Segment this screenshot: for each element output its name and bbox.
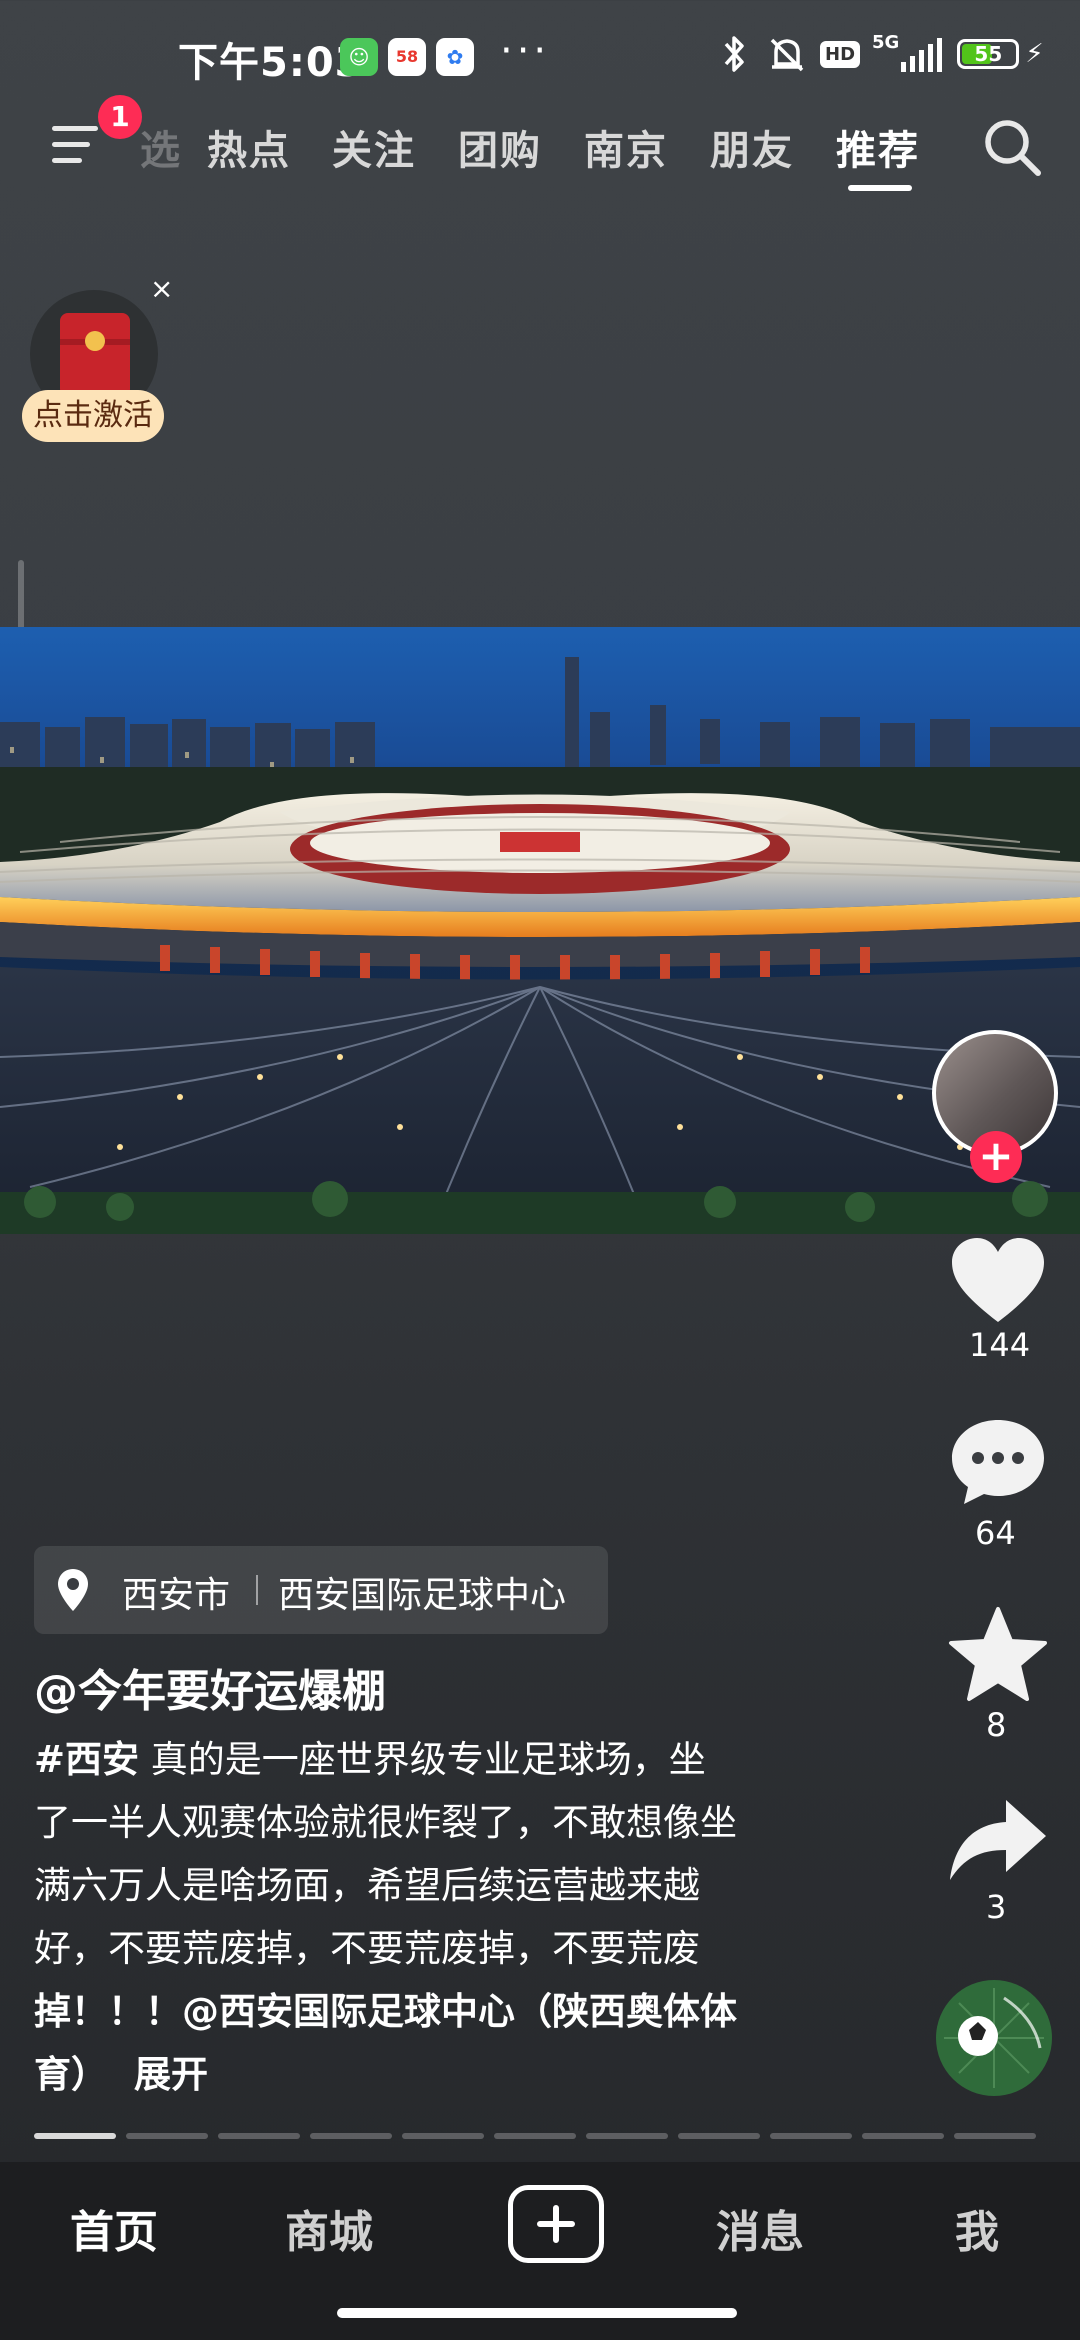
hashtag-link[interactable]: #西安 (34, 1738, 139, 1781)
share-arrow-icon[interactable] (944, 1790, 1052, 1890)
progress-segment (402, 2133, 484, 2139)
tab-nanjing[interactable]: 南京 (584, 118, 668, 176)
status-time: 下午5:03 (178, 40, 364, 86)
favorite-count: 8 (986, 1706, 1007, 1744)
comment-icon[interactable] (944, 1412, 1052, 1512)
red-envelope-icon (60, 313, 130, 397)
mute-bell-icon (770, 38, 804, 72)
share-count: 3 (986, 1888, 1007, 1926)
location-city: 西安市 (122, 1575, 231, 1616)
nav-home[interactable]: 首页 (70, 2196, 158, 2260)
hd-icon: HD (820, 40, 861, 68)
nav-messages[interactable]: 消息 (716, 2196, 804, 2260)
battery-icon: 55 (957, 39, 1020, 69)
progress-segment (586, 2133, 668, 2139)
tab-hot[interactable]: 热点 (207, 118, 291, 176)
activate-label[interactable]: 点击激活 (22, 390, 164, 442)
progress-segment (34, 2133, 116, 2139)
tab-group-buy[interactable]: 团购 (458, 118, 542, 176)
tab-recommended[interactable]: 推荐 (836, 118, 920, 176)
network-type: 5G (872, 32, 900, 53)
cloud-notification-icon: ✿ (436, 38, 474, 76)
search-icon[interactable] (980, 115, 1044, 179)
progress-segment (494, 2133, 576, 2139)
status-icons: HD 5G 55 ⚡ (720, 32, 1044, 74)
progress-segment (678, 2133, 760, 2139)
location-place: 西安国际足球中心 (278, 1575, 567, 1616)
wechat-notification-icon: ☺ (340, 38, 378, 76)
video-frame[interactable] (0, 627, 1080, 1234)
menu-badge: 1 (98, 95, 142, 139)
home-indicator (337, 2308, 737, 2318)
active-tab-indicator (848, 185, 912, 191)
music-disc-icon[interactable] (934, 1978, 1054, 2098)
close-icon[interactable]: × (150, 272, 173, 305)
favorite-star-icon[interactable] (944, 1605, 1052, 1705)
author-name[interactable]: @今年要好运爆棚 (34, 1655, 386, 1719)
progress-segment (862, 2133, 944, 2139)
more-notifications-icon: ··· (500, 28, 551, 74)
create-button[interactable] (508, 2185, 604, 2263)
progress-segment (310, 2133, 392, 2139)
tab-following[interactable]: 关注 (332, 118, 416, 176)
app58-notification-icon: 58 (388, 38, 426, 76)
progress-segment (770, 2133, 852, 2139)
bluetooth-icon (724, 36, 744, 72)
tab-friends[interactable]: 朋友 (710, 118, 794, 176)
expand-link[interactable]: 展开 (134, 2053, 208, 2096)
location-divider (256, 1575, 258, 1605)
charging-icon: ⚡ (1025, 39, 1044, 69)
progress-segment (954, 2133, 1036, 2139)
signal-icon (901, 38, 943, 72)
progress-segment (218, 2133, 300, 2139)
nav-mall[interactable]: 商城 (285, 2196, 373, 2260)
post-description: #西安 真的是一座世界级专业足球场，坐 了一半人观赛体验就很炸裂了，不敢想像坐 … (34, 1738, 737, 2096)
comment-count: 64 (975, 1514, 1016, 1552)
progress-segment (126, 2133, 208, 2139)
menu-icon (52, 126, 98, 131)
like-heart-icon[interactable] (944, 1232, 1052, 1332)
nav-me[interactable]: 我 (955, 2196, 999, 2260)
location-pin-icon (58, 1569, 88, 1611)
status-bar: 下午5:03 ☺ 58 ✿ ··· HD 5G 55 ⚡ (0, 0, 1080, 110)
menu-button[interactable] (52, 120, 106, 170)
like-count: 144 (969, 1326, 1031, 1364)
follow-button[interactable]: + (970, 1131, 1022, 1183)
plus-icon (537, 2205, 575, 2243)
tab-partial[interactable]: 选 (140, 118, 182, 176)
stadium-image (0, 657, 1080, 1234)
